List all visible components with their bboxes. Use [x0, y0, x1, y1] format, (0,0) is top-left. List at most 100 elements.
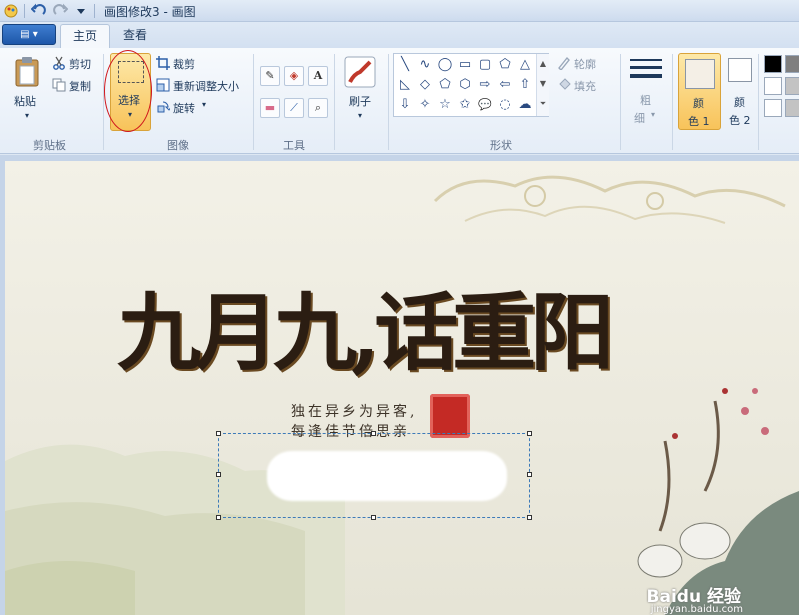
- resize-handle-n[interactable]: [371, 431, 376, 436]
- shape-polygon-icon[interactable]: ⬠: [496, 56, 514, 74]
- outline-icon: [558, 56, 570, 70]
- shape-curve-icon[interactable]: ∿: [416, 56, 434, 74]
- shape-up-arrow-icon[interactable]: ⇧: [516, 76, 534, 94]
- shape-right-triangle-icon[interactable]: ◺: [396, 76, 414, 94]
- redo-icon[interactable]: [52, 3, 68, 19]
- resize-icon: [156, 78, 170, 92]
- palette-swatch[interactable]: [785, 55, 799, 73]
- color-picker-icon[interactable]: ⟋: [284, 98, 304, 118]
- rotate-icon: [157, 101, 170, 113]
- title-bar: 画图修改3 - 画图: [0, 0, 799, 22]
- shape-rectangle-icon[interactable]: ▭: [456, 56, 474, 74]
- rotate-button[interactable]: 旋转: [173, 100, 195, 116]
- selection-box[interactable]: [216, 431, 532, 520]
- group-separator: [758, 54, 759, 150]
- resize-handle-nw[interactable]: [216, 431, 221, 436]
- watermark-url: jingyan.baidu.com: [650, 604, 743, 615]
- headline-text: 九月九,话重阳: [117, 283, 614, 382]
- size-dropdown-arrow[interactable]: ▾: [651, 110, 655, 119]
- brush-icon[interactable]: [344, 56, 376, 88]
- shape-left-arrow-icon[interactable]: ⇦: [496, 76, 514, 94]
- resize-handle-s[interactable]: [371, 515, 376, 520]
- shape-six-point-star-icon[interactable]: ✩: [456, 96, 474, 114]
- resize-handle-w[interactable]: [216, 472, 221, 477]
- size-label-line2[interactable]: 细: [634, 110, 645, 126]
- shape-right-arrow-icon[interactable]: ⇨: [476, 76, 494, 94]
- title-separator: [24, 4, 25, 18]
- pencil-icon[interactable]: ✎: [260, 66, 280, 86]
- resize-handle-ne[interactable]: [527, 431, 532, 436]
- size-label-line1[interactable]: 粗: [640, 92, 651, 108]
- resize-handle-e[interactable]: [527, 472, 532, 477]
- shape-oval-callout-icon[interactable]: ◌: [496, 96, 514, 114]
- shape-four-point-star-icon[interactable]: ✧: [416, 96, 434, 114]
- copy-icon: [52, 78, 66, 92]
- fill-button[interactable]: 填充: [574, 78, 596, 94]
- undo-icon[interactable]: [31, 3, 47, 19]
- shape-diamond-icon[interactable]: ◇: [416, 76, 434, 94]
- crane-plum-decoration: [637, 371, 799, 615]
- resize-button[interactable]: 重新调整大小: [173, 78, 239, 94]
- annotation-red-circle: [104, 50, 152, 132]
- customize-toolbar-icon[interactable]: [73, 3, 89, 19]
- shape-down-arrow-icon[interactable]: ⇩: [396, 96, 414, 114]
- paint-menu-button[interactable]: ▤ ▾: [2, 24, 56, 45]
- color2-swatch: [728, 58, 752, 82]
- palette-swatch[interactable]: [764, 99, 782, 117]
- ribbon: 粘贴 ▾ 剪切 复制 剪贴板 选择 ▾ 裁剪 重新调整大小 旋转 ▾ 图像 ✎ …: [0, 48, 799, 154]
- drawing-canvas[interactable]: 九月九,话重阳 独在异乡为异客, 每逢佳节倍思亲 Baidu 经验 jingya…: [5, 161, 799, 615]
- line-size-icon[interactable]: [630, 58, 662, 84]
- paint-app-icon[interactable]: [3, 3, 19, 19]
- window-title: 画图修改3 - 画图: [104, 5, 196, 19]
- paste-dropdown-arrow[interactable]: ▾: [25, 111, 29, 120]
- eraser-icon[interactable]: ▬: [260, 98, 280, 118]
- fill-icon: [559, 78, 571, 90]
- group-separator: [103, 54, 104, 150]
- text-icon[interactable]: A: [308, 66, 328, 86]
- palette-swatch[interactable]: [764, 77, 782, 95]
- copy-button[interactable]: 复制: [69, 78, 91, 94]
- resize-handle-se[interactable]: [527, 515, 532, 520]
- color1-label-line2: 色 1: [688, 115, 710, 128]
- resize-handle-sw[interactable]: [216, 515, 221, 520]
- palette-swatch[interactable]: [785, 99, 799, 117]
- color2-label-line1: 颜: [734, 96, 745, 109]
- rotate-dropdown-arrow[interactable]: ▾: [202, 100, 206, 109]
- shape-line-icon[interactable]: ╲: [396, 56, 414, 74]
- cut-button[interactable]: 剪切: [69, 56, 91, 72]
- group-separator: [334, 54, 335, 150]
- shapes-group-label: 形状: [490, 139, 512, 152]
- shape-hexagon-icon[interactable]: ⬡: [456, 76, 474, 94]
- palette-swatch[interactable]: [785, 77, 799, 95]
- crop-icon: [156, 56, 170, 70]
- fill-bucket-icon[interactable]: ◈: [284, 66, 304, 86]
- tab-view[interactable]: 查看: [111, 24, 159, 48]
- group-separator: [253, 54, 254, 150]
- tab-home[interactable]: 主页: [60, 24, 111, 48]
- shape-cloud-callout-icon[interactable]: ☁: [516, 96, 534, 114]
- ribbon-tab-row: ▤ ▾ 主页 查看: [0, 22, 799, 48]
- brushes-button[interactable]: 刷子: [349, 93, 371, 109]
- clipboard-group-label: 剪贴板: [33, 139, 66, 152]
- crop-button[interactable]: 裁剪: [173, 56, 195, 72]
- canvas-area: 九月九,话重阳 独在异乡为异客, 每逢佳节倍思亲 Baidu 经验 jingya…: [0, 155, 799, 615]
- color2-label-line2: 色 2: [729, 114, 751, 127]
- color1-label-line1: 颜: [693, 97, 704, 110]
- shape-rounded-rectangle-icon[interactable]: ▢: [476, 56, 494, 74]
- palette-swatch[interactable]: [764, 55, 782, 73]
- color1-button[interactable]: 颜 色 1: [678, 53, 721, 130]
- scissors-icon: [53, 56, 65, 70]
- title-separator: [94, 4, 95, 18]
- outline-button[interactable]: 轮廓: [574, 56, 596, 72]
- image-group-label: 图像: [167, 139, 189, 152]
- paste-button[interactable]: 粘贴: [14, 93, 36, 109]
- shape-five-point-star-icon[interactable]: ☆: [436, 96, 454, 114]
- magnifier-icon[interactable]: ⌕: [308, 98, 328, 118]
- shape-oval-icon[interactable]: ◯: [436, 56, 454, 74]
- shape-pentagon-icon[interactable]: ⬠: [436, 76, 454, 94]
- brushes-dropdown-arrow[interactable]: ▾: [358, 111, 362, 120]
- paste-icon[interactable]: [14, 56, 40, 88]
- shapes-scrollbar[interactable]: ▲ ▼ ⏷: [536, 54, 549, 116]
- shape-triangle-icon[interactable]: △: [516, 56, 534, 74]
- shape-callout-icon[interactable]: 💬: [476, 96, 494, 114]
